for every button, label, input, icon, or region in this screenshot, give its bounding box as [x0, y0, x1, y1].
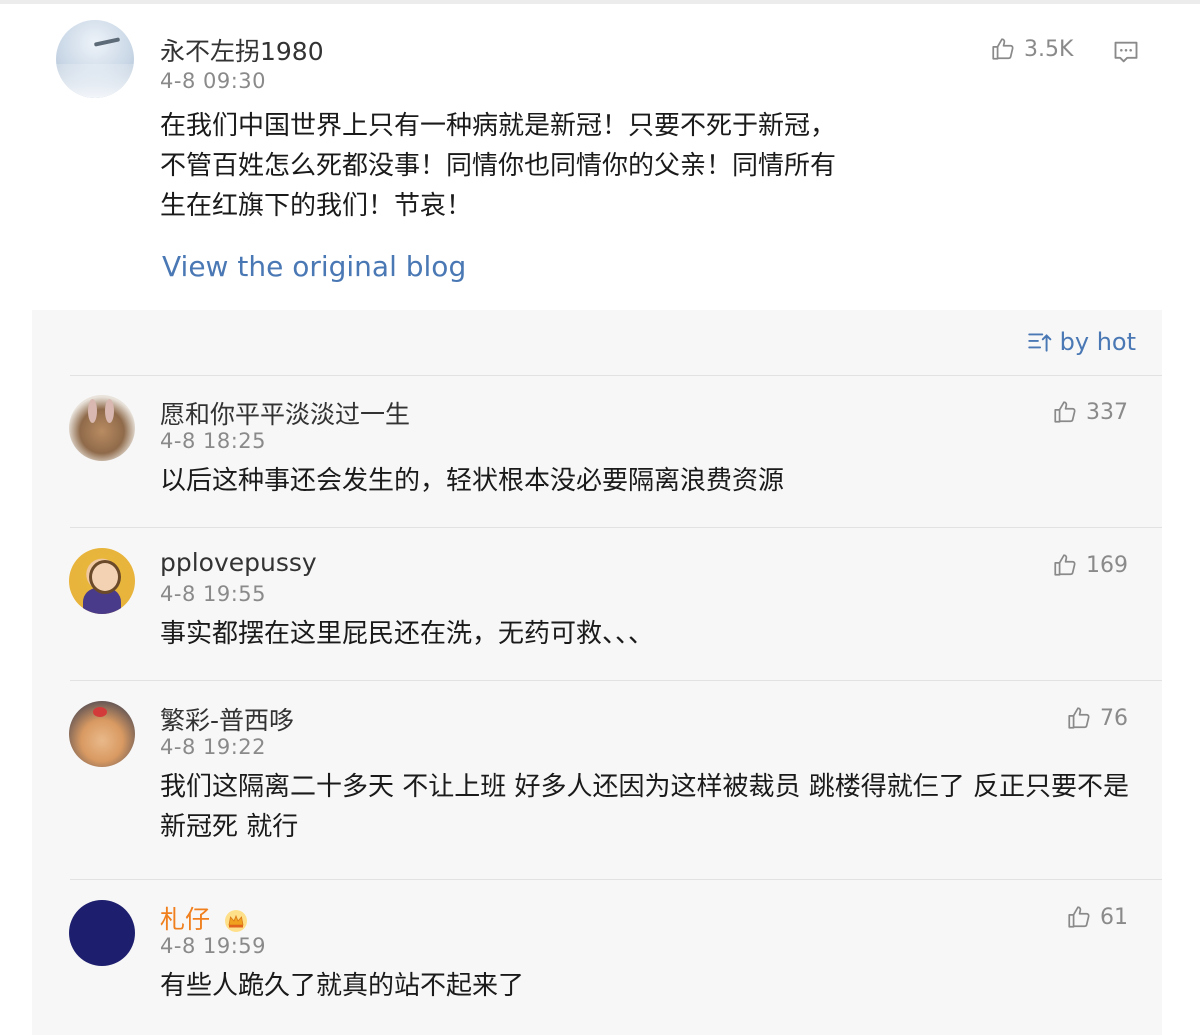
- divider: [70, 680, 1162, 681]
- commenter-name[interactable]: 札仔: [160, 900, 248, 936]
- post-like-button[interactable]: 3.5K: [990, 36, 1073, 62]
- commenter-avatar[interactable]: [69, 701, 135, 767]
- post-like-count: 3.5K: [1024, 36, 1074, 62]
- view-original-blog-link[interactable]: View the original blog: [162, 250, 466, 283]
- comment-item: 札仔 4-8 19:59 有些人跪久了就真的站不起来了 61: [32, 900, 1162, 1030]
- comment-timestamp: 4-8 18:25: [160, 429, 266, 453]
- sort-icon: [1027, 333, 1051, 352]
- commenter-avatar[interactable]: [69, 900, 135, 966]
- post-author-avatar[interactable]: [56, 20, 134, 98]
- comment-like-count: 337: [1086, 399, 1128, 425]
- commenter-avatar[interactable]: [69, 548, 135, 614]
- comment-item: 繁彩-普西哆 4-8 19:22 我们这隔离二十多天 不让上班 好多人还因为这样…: [32, 701, 1162, 871]
- comment-like-count: 61: [1100, 904, 1128, 930]
- comment-timestamp: 4-8 19:59: [160, 934, 266, 958]
- commenter-name[interactable]: pplovepussy: [160, 548, 317, 577]
- thumbs-up-icon: [1054, 401, 1076, 423]
- sort-by-hot-button[interactable]: by hot: [1026, 328, 1136, 356]
- comment-icon[interactable]: [1112, 38, 1140, 66]
- comment-text: 以后这种事还会发生的，轻状根本没必要隔离浪费资源: [160, 466, 785, 496]
- main-post: 永不左拐1980 4-8 09:30 在我们中国世界上只有一种病就是新冠！只要不…: [0, 0, 1200, 310]
- comment-like-button[interactable]: 169: [1052, 552, 1128, 578]
- thumbs-up-icon: [1068, 707, 1090, 729]
- commenter-name[interactable]: 繁彩-普西哆: [160, 701, 294, 737]
- crown-badge-icon: [224, 910, 247, 932]
- commenter-avatar[interactable]: [69, 395, 135, 461]
- divider: [70, 375, 1162, 376]
- comment-like-count: 169: [1086, 552, 1128, 578]
- post-text: 在我们中国世界上只有一种病就是新冠！只要不死于新冠，不管百姓怎么死都没事！同情你…: [160, 111, 837, 221]
- comment-like-button[interactable]: 61: [1066, 904, 1128, 930]
- divider: [70, 527, 1162, 528]
- comment-like-count: 76: [1100, 705, 1128, 731]
- post-author-name[interactable]: 永不左拐1980: [160, 32, 324, 68]
- thumbs-up-icon: [1054, 554, 1076, 576]
- comment-item: pplovepussy 4-8 19:55 事实都摆在这里屁民还在洗，无药可救、…: [32, 548, 1162, 678]
- divider: [70, 879, 1162, 880]
- commenter-name-text: 札仔: [160, 905, 211, 934]
- post-timestamp: 4-8 09:30: [160, 69, 266, 93]
- comment-item: 愿和你平平淡淡过一生 4-8 18:25 以后这种事还会发生的，轻状根本没必要隔…: [32, 395, 1162, 525]
- comment-like-button[interactable]: 337: [1052, 399, 1128, 425]
- airplane-icon: [93, 37, 121, 47]
- comment-text: 有些人跪久了就真的站不起来了: [160, 971, 525, 1001]
- thumbs-up-icon: [992, 38, 1014, 60]
- comment-text: 事实都摆在这里屁民还在洗，无药可救、、、: [160, 619, 655, 649]
- comment-timestamp: 4-8 19:22: [160, 735, 266, 759]
- comment-like-button[interactable]: 76: [1066, 705, 1128, 731]
- sort-label: by hot: [1059, 328, 1136, 356]
- thumbs-up-icon: [1068, 906, 1090, 928]
- comment-timestamp: 4-8 19:55: [160, 582, 266, 606]
- comments-panel: by hot 愿和你平平淡淡过一生 4-8 18:25 以后这种事还会发生的，轻…: [32, 310, 1162, 1035]
- commenter-name[interactable]: 愿和你平平淡淡过一生: [160, 395, 410, 431]
- comment-text: 我们这隔离二十多天 不让上班 好多人还因为这样被裁员 跳楼得就仨了 反正只要不是…: [160, 772, 1130, 842]
